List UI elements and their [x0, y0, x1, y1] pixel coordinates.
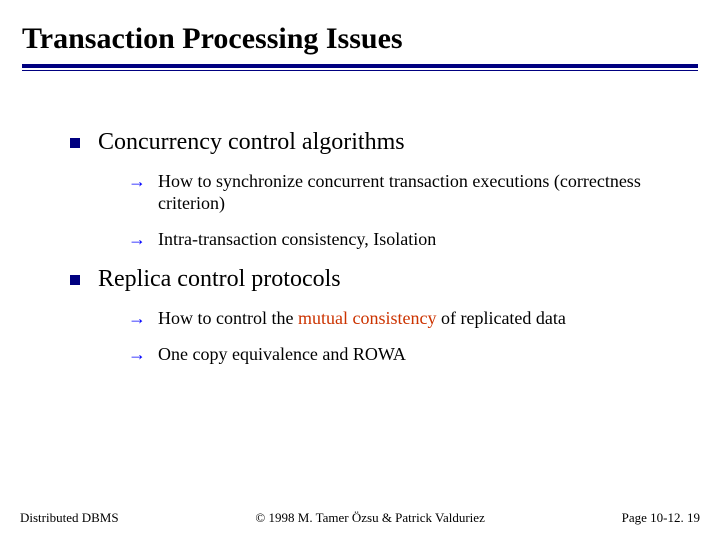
bullet-text: Replica control protocols — [98, 266, 341, 293]
title-wrap: Transaction Processing Issues — [0, 0, 720, 56]
footer-center: © 1998 M. Tamer Özsu & Patrick Valduriez — [255, 510, 484, 526]
sub-item-text: How to control the mutual consistency of… — [158, 307, 566, 329]
text-suffix: of replicated data — [436, 308, 565, 328]
arrow-icon: → — [128, 228, 146, 250]
emphasized-text: mutual consistency — [298, 308, 436, 328]
sub-item: → Intra-transaction consistency, Isolati… — [128, 228, 692, 250]
sub-item-text: How to synchronize concurrent transactio… — [158, 170, 692, 214]
sub-item: → How to synchronize concurrent transact… — [128, 170, 692, 214]
bullet-item: Concurrency control algorithms — [70, 129, 692, 156]
bullet-item: Replica control protocols — [70, 266, 692, 293]
sub-item: → How to control the mutual consistency … — [128, 307, 692, 329]
arrow-icon: → — [128, 170, 146, 192]
content-area: Concurrency control algorithms → How to … — [0, 71, 720, 365]
footer-left: Distributed DBMS — [20, 510, 119, 526]
sub-item-text: One copy equivalence and ROWA — [158, 343, 406, 365]
sub-list: → How to control the mutual consistency … — [70, 307, 692, 365]
slide-title: Transaction Processing Issues — [22, 22, 698, 56]
footer: Distributed DBMS © 1998 M. Tamer Özsu & … — [0, 510, 720, 526]
square-bullet-icon — [70, 138, 80, 148]
sub-item: → One copy equivalence and ROWA — [128, 343, 692, 365]
square-bullet-icon — [70, 275, 80, 285]
sub-list: → How to synchronize concurrent transact… — [70, 170, 692, 250]
bullet-text: Concurrency control algorithms — [98, 129, 405, 156]
slide: Transaction Processing Issues Concurrenc… — [0, 0, 720, 540]
title-rule-thick — [22, 64, 698, 68]
sub-item-text: Intra-transaction consistency, Isolation — [158, 228, 436, 250]
arrow-icon: → — [128, 307, 146, 329]
arrow-icon: → — [128, 343, 146, 365]
text-prefix: How to control the — [158, 308, 298, 328]
footer-right: Page 10-12. 19 — [622, 510, 700, 526]
